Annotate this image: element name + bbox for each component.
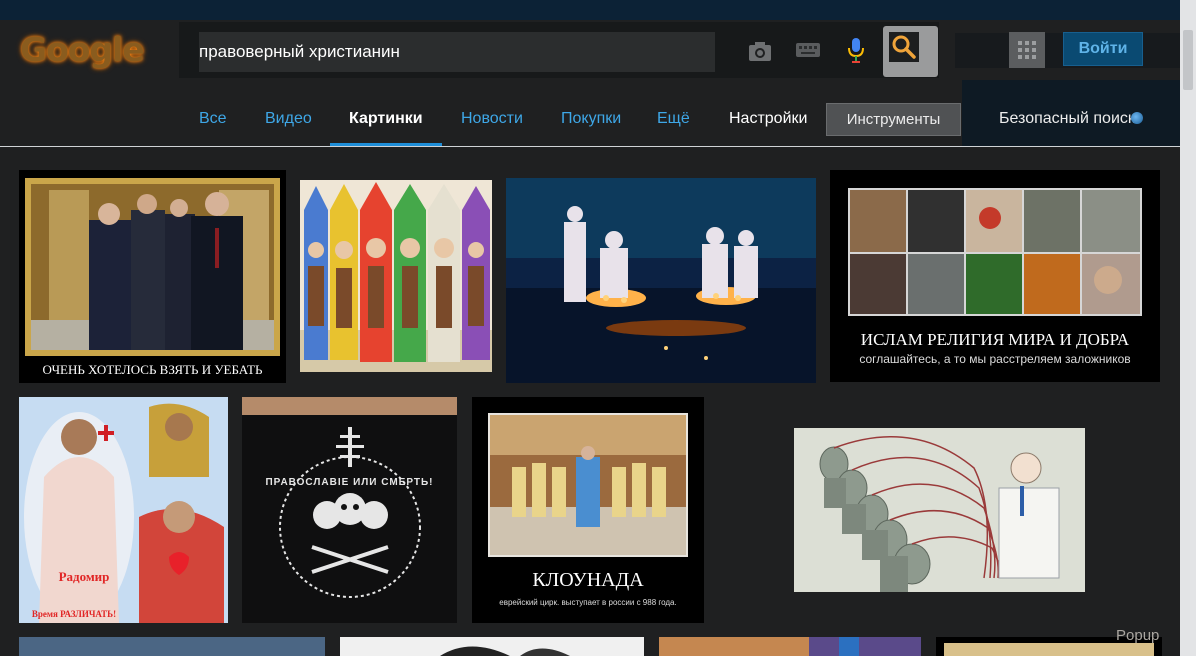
image-7-subcaption: еврейский цирк. выступает в россии с 988… bbox=[499, 598, 677, 607]
top-strip bbox=[0, 0, 1180, 20]
search-icon bbox=[889, 32, 919, 62]
tab-images[interactable]: Картинки bbox=[349, 110, 423, 128]
safe-search-toggle[interactable]: Безопасный поиск bbox=[999, 110, 1135, 128]
keyboard-icon[interactable] bbox=[795, 41, 821, 59]
active-tab-underline bbox=[330, 143, 442, 146]
vertical-scrollbar[interactable] bbox=[1180, 0, 1196, 656]
tab-more[interactable]: Ещё bbox=[657, 110, 690, 128]
microphone-icon[interactable] bbox=[845, 36, 867, 64]
search-button[interactable] bbox=[883, 26, 938, 77]
tab-settings[interactable]: Настройки bbox=[729, 110, 807, 128]
image-result-11[interactable] bbox=[659, 637, 921, 656]
scrollbar-thumb[interactable] bbox=[1183, 30, 1193, 90]
tab-news[interactable]: Новости bbox=[461, 110, 523, 128]
image-5-slogan: Время РАЗЛИЧАТЬ! bbox=[31, 609, 117, 619]
image-result-6[interactable]: ПРАВОСЛАВІЕ ИЛИ СМЕРТЬ! bbox=[242, 397, 457, 623]
image-result-10[interactable] bbox=[340, 637, 644, 656]
image-5-name: Радомир bbox=[58, 569, 110, 584]
apps-grid-icon[interactable] bbox=[1009, 32, 1045, 68]
search-input[interactable] bbox=[199, 32, 715, 72]
image-result-2[interactable] bbox=[300, 180, 492, 372]
image-result-4[interactable]: ИСЛАМ РЕЛИГИЯ МИРА И ДОБРА соглашайтесь,… bbox=[830, 170, 1160, 382]
image-result-7[interactable]: КЛОУНАДА еврейский цирк. выступает в рос… bbox=[472, 397, 704, 623]
tools-button[interactable]: Инструменты bbox=[826, 103, 961, 136]
image-4-caption: ИСЛАМ РЕЛИГИЯ МИРА И ДОБРА bbox=[860, 330, 1130, 349]
image-result-5[interactable]: Радомир Время РАЗЛИЧАТЬ! bbox=[19, 397, 228, 623]
tab-shopping[interactable]: Покупки bbox=[561, 110, 621, 128]
image-7-caption: КЛОУНАДА bbox=[532, 569, 644, 591]
image-result-1[interactable]: ОЧЕНЬ ХОТЕЛОСЬ ВЗЯТЬ И УЕБАТЬ bbox=[19, 170, 286, 383]
popup-label[interactable]: Popup bbox=[1116, 627, 1159, 644]
camera-icon[interactable] bbox=[747, 38, 773, 64]
google-logo[interactable]: Google bbox=[20, 30, 145, 69]
image-4-subcaption: соглашайтесь, а то мы расстреляем заложн… bbox=[859, 352, 1131, 366]
image-6-slogan: ПРАВОСЛАВІЕ ИЛИ СМЕРТЬ! bbox=[265, 477, 434, 488]
login-button[interactable]: Войти bbox=[1063, 32, 1143, 66]
image-result-3[interactable] bbox=[506, 178, 816, 383]
globe-icon bbox=[1131, 112, 1143, 124]
tab-video[interactable]: Видео bbox=[265, 110, 312, 128]
tab-all[interactable]: Все bbox=[199, 110, 227, 128]
image-result-9[interactable] bbox=[19, 637, 325, 656]
image-1-caption: ОЧЕНЬ ХОТЕЛОСЬ ВЗЯТЬ И УЕБАТЬ bbox=[42, 362, 263, 377]
image-result-8[interactable] bbox=[794, 428, 1085, 592]
